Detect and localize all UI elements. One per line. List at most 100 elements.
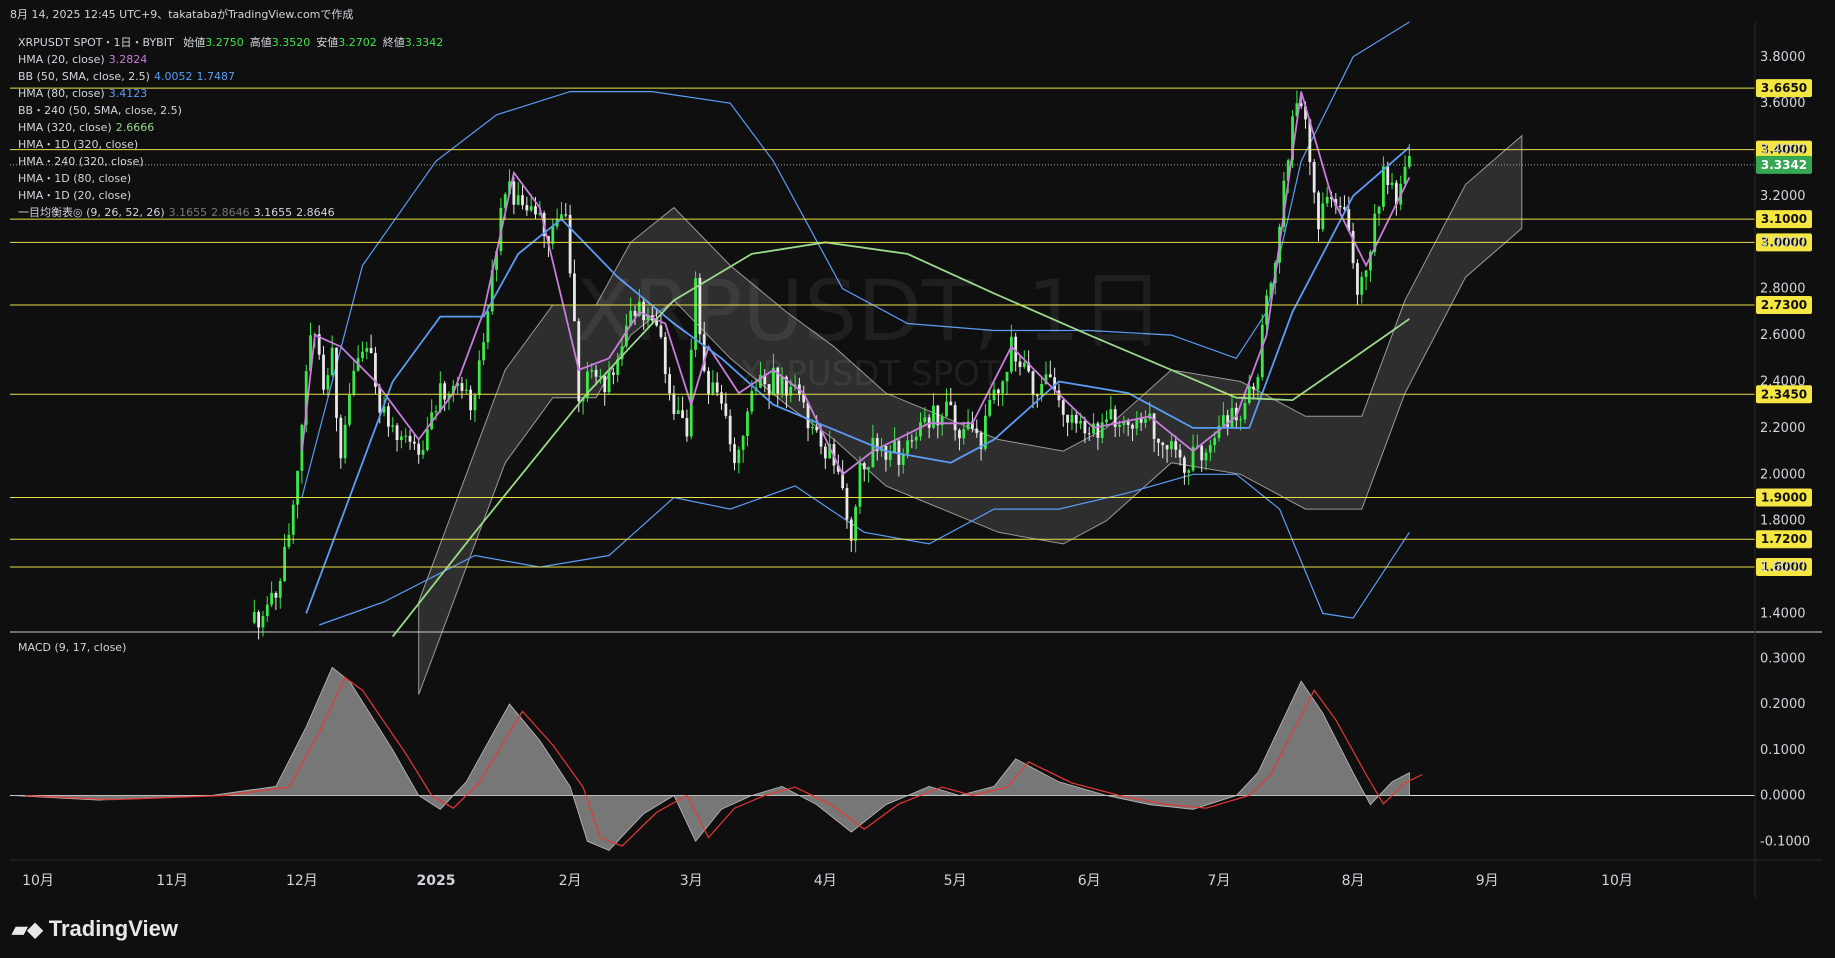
- candle-body: [823, 446, 827, 459]
- level-tag-label: 3.6650: [1761, 81, 1807, 95]
- candle-body: [464, 389, 468, 391]
- legend-value: 4.0052: [153, 70, 193, 83]
- macd-signal-line: [24, 676, 1423, 847]
- candle-body: [1265, 295, 1268, 325]
- last-price-label: 3.3342: [1761, 158, 1807, 172]
- x-tick-label: 10月: [1601, 873, 1633, 889]
- legend-label: 一目均衡表◎ (9, 26, 52, 26): [18, 206, 165, 219]
- candle-body: [412, 441, 416, 444]
- legend-label: HMA・240 (320, close): [18, 155, 144, 168]
- candle-body: [746, 411, 749, 436]
- x-tick-label: 7月: [1208, 873, 1231, 889]
- legend-row[interactable]: HMA・1D (80, close): [18, 170, 443, 187]
- candle-body: [335, 347, 338, 418]
- legend-value: 3.2824: [108, 53, 148, 66]
- candle-body: [291, 504, 295, 535]
- candle-body: [408, 435, 412, 442]
- candle-body: [274, 592, 278, 598]
- candle-body: [1208, 445, 1212, 453]
- candle-body: [1105, 419, 1108, 423]
- level-tag-label: 3.1000: [1761, 212, 1807, 226]
- candle-body: [1386, 166, 1390, 185]
- candle-body: [1100, 422, 1104, 438]
- candle-body: [962, 429, 966, 439]
- legend-row[interactable]: BB (50, SMA, close, 2.5) 4.0052 1.7487: [18, 68, 443, 85]
- candle-body: [681, 410, 684, 419]
- legend-row[interactable]: HMA (20, close) 3.2824: [18, 51, 443, 68]
- y-tick-label: 1.8000: [1760, 514, 1806, 529]
- y-tick-label: 3.4000: [1760, 143, 1806, 158]
- chart-info-line: 8月 14, 2025 12:45 UTC+9、takatabaがTrading…: [10, 8, 354, 21]
- candle-body: [421, 450, 425, 455]
- legend-label: HMA (80, close): [18, 87, 105, 100]
- legend-row[interactable]: HMA (80, close) 3.4123: [18, 85, 443, 102]
- candle-body: [1005, 371, 1009, 382]
- y-tick-label: 1.4000: [1760, 606, 1806, 621]
- candle-body: [711, 382, 715, 394]
- legend-value: 3.4123: [108, 87, 148, 100]
- candle-body: [1247, 386, 1251, 403]
- candle-body: [1048, 374, 1052, 378]
- legend-value: 2.6666: [115, 121, 155, 134]
- candle-body: [1360, 276, 1364, 295]
- candle-body: [854, 506, 858, 541]
- candle-body: [1403, 166, 1407, 184]
- candle-body: [534, 206, 537, 215]
- x-tick-label: 12月: [286, 873, 318, 889]
- candle-body: [395, 425, 399, 441]
- candle-body: [1109, 409, 1113, 420]
- macd-title[interactable]: MACD (9, 17, close): [18, 641, 126, 654]
- candle-body: [936, 405, 940, 426]
- legend-row[interactable]: HMA (320, close) 2.6666: [18, 119, 443, 136]
- legend-label: HMA (20, close): [18, 53, 105, 66]
- candle-body: [326, 375, 330, 390]
- x-tick-label: 9月: [1476, 873, 1499, 889]
- candle-body: [1066, 414, 1069, 423]
- candle-body: [1321, 203, 1325, 230]
- candle-body: [607, 372, 611, 393]
- symbol-row[interactable]: XRPUSDT SPOT・1日・BYBIT 始値3.2750 高値3.3520 安値…: [18, 34, 443, 51]
- y-tick-label: 3.0000: [1760, 235, 1806, 250]
- candle-body: [1161, 442, 1165, 446]
- x-tick-label: 2月: [559, 873, 582, 889]
- candle-body: [1022, 362, 1026, 368]
- candle-body: [724, 403, 728, 416]
- legend-row[interactable]: 一目均衡表◎ (9, 26, 52, 26) 3.1655 2.8646 3.1655…: [18, 204, 443, 221]
- candle-body: [919, 422, 922, 437]
- candle-body: [512, 181, 516, 205]
- legend-row[interactable]: HMA・1D (20, close): [18, 187, 443, 204]
- candle-body: [1182, 457, 1186, 473]
- candle-body: [1252, 386, 1256, 390]
- candle-body: [603, 375, 607, 393]
- x-tick-label: 6月: [1078, 873, 1101, 889]
- candle-body: [1243, 402, 1247, 420]
- candle-body: [988, 400, 992, 416]
- candle-body: [270, 592, 274, 605]
- candle-body: [1040, 383, 1044, 396]
- candle-body: [810, 426, 814, 429]
- tradingview-logo[interactable]: ▰◆ TradingView: [12, 916, 178, 942]
- candle-body: [1226, 415, 1230, 428]
- candle-body: [1178, 449, 1182, 458]
- candle-body: [707, 370, 710, 394]
- legend-label: BB・240 (50, SMA, close, 2.5): [18, 104, 182, 117]
- legend-row[interactable]: HMA・240 (320, close): [18, 153, 443, 170]
- y-tick-label: 2.8000: [1760, 282, 1806, 297]
- candle-body: [858, 463, 862, 507]
- y-tick-label: 2.4000: [1760, 375, 1806, 390]
- macd-y-tick-label: 0.1000: [1760, 743, 1806, 758]
- legend-row[interactable]: HMA・1D (320, close): [18, 136, 443, 153]
- candle-body: [369, 348, 373, 354]
- candle-body: [525, 205, 529, 211]
- candle-body: [1200, 445, 1204, 461]
- candle-body: [1256, 377, 1260, 390]
- candle-body: [283, 546, 286, 581]
- candle-body: [1221, 415, 1225, 426]
- legend-row[interactable]: BB・240 (50, SMA, close, 2.5): [18, 102, 443, 119]
- candle-body: [733, 444, 736, 464]
- candle-body: [434, 411, 438, 413]
- y-tick-label: 3.2000: [1760, 189, 1806, 204]
- candle-body: [1035, 395, 1039, 397]
- candle-body: [1213, 437, 1217, 446]
- ohlc-values: 始値3.2750 高値3.3520 安値3.2702 終値3.3342: [177, 36, 443, 49]
